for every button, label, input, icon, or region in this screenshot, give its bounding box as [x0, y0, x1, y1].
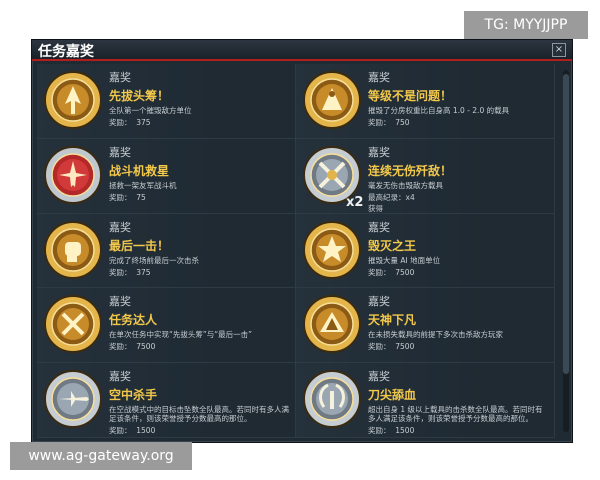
award-card: 嘉奖刀尖舔血超出自身 1 级以上载具的击杀数全队最高。若同时有多人满足该条件，则… [296, 363, 555, 438]
mission-awards-window: 任务嘉奖 × 嘉奖 先拔头筹！ 全队第一个摧毁敌方单位 奖励： 375 嘉奖 等级不是问… [31, 39, 573, 443]
award-name: 先拔头筹！ [109, 89, 170, 103]
scrollbar-thumb[interactable] [563, 74, 569, 374]
award-name: 空中杀手 [109, 388, 158, 403]
award-text: 嘉奖战斗机救星拯救一架友军战斗机 奖励： 75 [109, 144, 289, 203]
window-title: 任务嘉奖 [38, 44, 94, 60]
award-description: 在空战模式中的目标击坠数全队最高。若同时有多人满足该条件，则该荣誉授予分数最高的… [109, 405, 289, 424]
award-text: 嘉奖先拔头筹！ 全队第一个摧毁敌方单位 奖励： 375 [109, 69, 289, 128]
award-description: 在单次任务中实现“先拔头筹”与“最后一击” [109, 330, 253, 340]
award-reward: 奖励： 375 [109, 118, 151, 127]
award-text: 嘉奖毁灭之王摧毁大量 AI 地面单位 奖励： 7500 [368, 219, 548, 278]
close-button[interactable]: × [552, 43, 566, 57]
awards-grid: 嘉奖 先拔头筹！ 全队第一个摧毁敌方单位 奖励： 375 嘉奖 等级不是问题！ 摧毁了分房… [37, 64, 555, 438]
award-description: 毫发无伤击毁敌方载具 [368, 180, 443, 190]
award-reward: 奖励： 750 [368, 118, 410, 127]
award-description: 超出自身 1 级以上载具的击杀数全队最高。若同时有多人满足该条件，则该荣誉授予分… [368, 405, 543, 424]
award-category: 嘉奖 [368, 220, 390, 234]
award-category: 嘉奖 [368, 71, 390, 84]
window-titlebar: 任务嘉奖 × [32, 40, 572, 61]
award-text: 嘉奖天神下凡在未损失载具的前提下多次击杀敌方玩家 奖励： 7500 [368, 293, 548, 352]
award-text: 嘉奖最后一击！ 完成了终场前最后一次击杀 奖励： 375 [109, 219, 289, 278]
award-card: 嘉奖毁灭之王摧毁大量 AI 地面单位 奖励： 7500 [296, 213, 555, 289]
award-category: 嘉奖 [109, 220, 131, 234]
award-multiplier: x2 [346, 194, 364, 210]
first-blood-medal-icon [43, 70, 103, 130]
award-card: 嘉奖战斗机救星拯救一架友军战斗机 奖励： 75 [37, 138, 296, 214]
laurel-medal-icon [302, 369, 362, 429]
award-name: 天神下凡 [368, 313, 417, 328]
award-text: 嘉奖刀尖舔血超出自身 1 级以上载具的击杀数全队最高。若同时有多人满足该条件，则… [368, 368, 548, 436]
award-name: 最后一击！ [109, 238, 170, 253]
award-card: 嘉奖天神下凡在未损失载具的前提下多次击杀敌方玩家 奖励： 7500 [296, 288, 555, 364]
award-description: 摧毁大量 AI 地面单位 [368, 255, 441, 265]
award-name: 毁灭之王 [368, 238, 417, 253]
award-name: 任务达人 [109, 313, 158, 328]
destroyer-star-medal-icon [302, 220, 362, 280]
award-reward: 奖励： 7500 [368, 342, 415, 352]
award-card: 嘉奖空中杀手在空战模式中的目标击坠数全队最高。若同时有多人满足该条件，则该荣誉授… [37, 363, 296, 438]
award-name: 刀尖舔血 [368, 388, 417, 403]
award-category: 嘉奖 [368, 370, 390, 384]
award-text: 嘉奖等级不是问题！ 摧毁了分房权重比自身高 1.0 - 2.0 的载具 奖励： 75… [368, 69, 548, 128]
fist-medal-icon [43, 220, 103, 280]
award-card: 嘉奖任务达人在单次任务中实现“先拔头筹”与“最后一击” 奖励： 7500 [37, 288, 296, 364]
award-category: 嘉奖 [368, 145, 390, 159]
award-reward: 奖励： 375 [109, 267, 151, 277]
award-description: 在未损失载具的前提下多次击杀敌方玩家 [368, 330, 503, 340]
award-reward: 奖励： 7500 [109, 342, 156, 352]
award-category: 嘉奖 [109, 295, 131, 309]
rank-upset-medal-icon [302, 70, 362, 130]
award-name: 等级不是问题！ [368, 89, 453, 103]
scrollbar[interactable] [563, 70, 569, 432]
award-description: 摧毁了分房权重比自身高 1.0 - 2.0 的载具 [368, 106, 510, 115]
award-card: 嘉奖最后一击！ 完成了终场前最后一次击杀 奖励： 375 [37, 213, 296, 289]
aircraft-medal-icon [43, 369, 103, 429]
award-text: 嘉奖连续无伤歼敌！ 毫发无伤击毁敌方载具最高纪录：x4 获得 奖励： 300 [368, 144, 548, 213]
tools-star-medal-icon [43, 294, 103, 354]
award-category: 嘉奖 [109, 145, 131, 159]
award-category: 嘉奖 [109, 370, 131, 384]
award-reward: 最高纪录：x4 获得 奖励： 300 [368, 192, 415, 213]
award-category: 嘉奖 [109, 71, 131, 84]
wings-star-medal-icon [302, 294, 362, 354]
award-text: 嘉奖任务达人在单次任务中实现“先拔头筹”与“最后一击” 奖励： 7500 [109, 293, 289, 352]
award-card: 嘉奖先拔头筹！ 全队第一个摧毁敌方单位 奖励： 375 [37, 64, 296, 139]
award-description: 拯救一架友军战斗机 [109, 180, 177, 190]
award-description: 完成了终场前最后一次击杀 [109, 255, 199, 265]
award-category: 嘉奖 [368, 295, 390, 309]
fighter-rescuer-badge-icon [43, 145, 103, 205]
award-name: 连续无伤歼敌！ [368, 163, 453, 178]
award-text: 嘉奖空中杀手在空战模式中的目标击坠数全队最高。若同时有多人满足该条件，则该荣誉授… [109, 368, 289, 436]
award-description: 全队第一个摧毁敌方单位 [109, 106, 192, 115]
award-name: 战斗机救星 [109, 163, 170, 178]
award-reward: 奖励： 1500 [109, 426, 156, 436]
award-reward: 奖励： 75 [109, 192, 146, 202]
award-card: 嘉奖等级不是问题！ 摧毁了分房权重比自身高 1.0 - 2.0 的载具 奖励： 75… [296, 64, 555, 139]
award-reward: 奖励： 7500 [368, 267, 415, 277]
watermark-top: TG: MYYJJPP [464, 11, 588, 39]
watermark-bottom: www.ag-gateway.org [10, 442, 192, 470]
award-reward: 奖励： 1500 [368, 426, 415, 436]
award-card: x2 嘉奖连续无伤歼敌！ 毫发无伤击毁敌方载具最高纪录：x4 获得 奖励： 300 [296, 138, 555, 214]
